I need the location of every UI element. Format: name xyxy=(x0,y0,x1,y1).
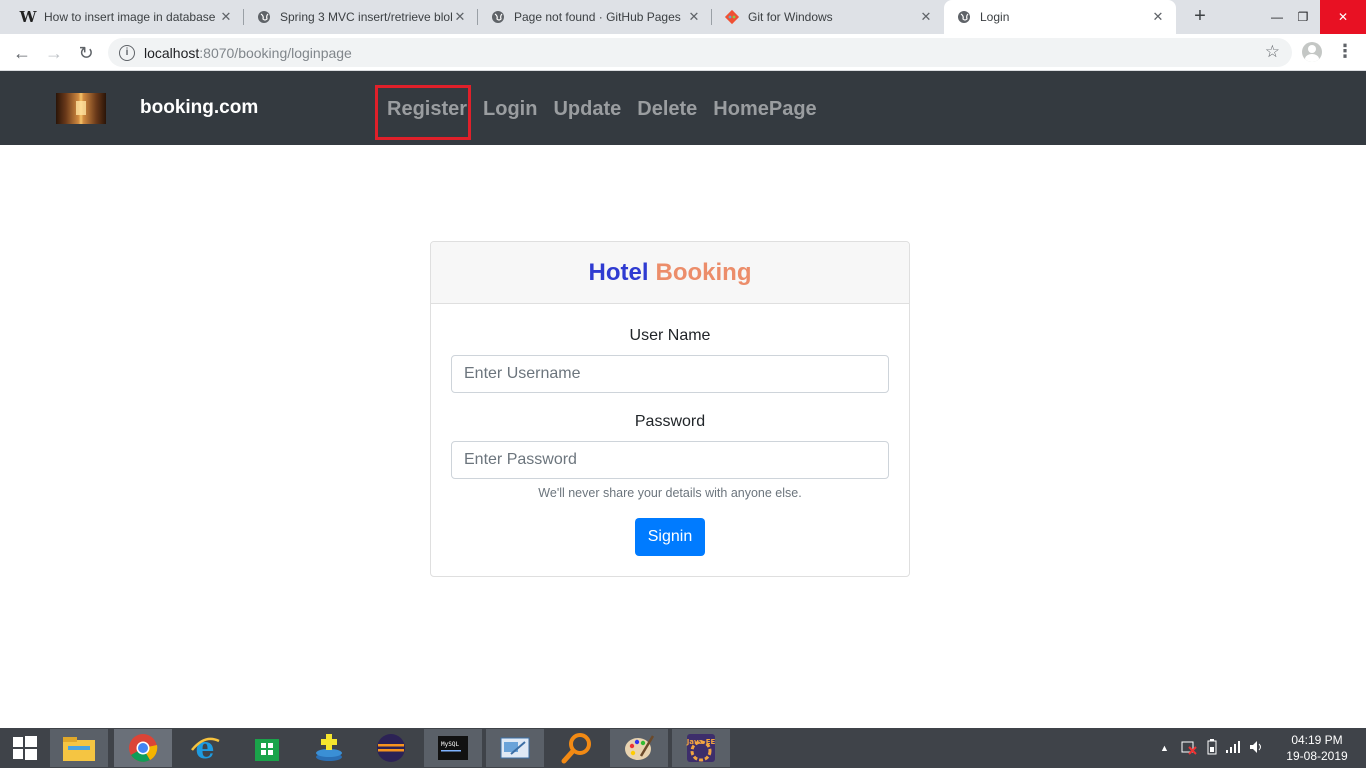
close-tab-icon[interactable]: ✕ xyxy=(686,9,702,25)
signal-strength-icon[interactable] xyxy=(1225,740,1241,757)
hotel-logo-image[interactable] xyxy=(56,93,106,124)
password-label: Password xyxy=(634,413,706,430)
svg-text:Java EE: Java EE xyxy=(686,738,716,746)
store-icon[interactable] xyxy=(238,729,296,767)
nav-link-homepage[interactable]: HomePage xyxy=(713,98,816,121)
windows-start-icon[interactable] xyxy=(0,728,50,768)
tab-login[interactable]: Login ✕ xyxy=(944,0,1176,34)
address-bar[interactable]: i localhost:8070/booking/loginpage ☆ xyxy=(108,38,1292,67)
back-arrow-icon[interactable]: ← xyxy=(10,41,34,65)
tab-spring-mvc[interactable]: Spring 3 MVC insert/retrieve blob ✕ xyxy=(244,0,478,34)
mysql-console-icon[interactable]: MySQL xyxy=(424,729,482,767)
tab-title: Spring 3 MVC insert/retrieve blob xyxy=(280,10,452,24)
close-tab-icon[interactable]: ✕ xyxy=(452,9,468,25)
git-diamond-icon xyxy=(724,9,740,25)
battery-icon[interactable] xyxy=(1207,738,1217,758)
reload-icon[interactable]: ↻ xyxy=(74,41,98,65)
java-ee-ide-icon[interactable]: Java EE xyxy=(672,729,730,767)
url-path: :8070/booking/loginpage xyxy=(199,44,352,61)
file-explorer-icon[interactable] xyxy=(50,729,108,767)
wordpress-w-icon: W xyxy=(19,8,37,26)
network-status-icon[interactable] xyxy=(1181,739,1197,758)
new-tab-button[interactable]: + xyxy=(1188,5,1212,29)
site-navbar: booking.com Register Login Update Delete… xyxy=(0,71,1366,145)
browser-toolbar: ← → ↻ i localhost:8070/booking/loginpage… xyxy=(0,34,1366,71)
tab-title: Page not found · GitHub Pages xyxy=(514,10,681,24)
system-clock[interactable]: 04:19 PM 19-08-2019 xyxy=(1280,732,1354,764)
signin-button[interactable]: Signin xyxy=(635,518,705,556)
register-highlight-box xyxy=(375,85,471,140)
card-title-booking: Booking xyxy=(655,258,752,286)
close-tab-icon[interactable]: ✕ xyxy=(1150,9,1166,25)
password-input[interactable] xyxy=(451,441,889,479)
card-title-hotel: Hotel xyxy=(588,258,649,286)
remote-desktop-icon[interactable] xyxy=(486,729,544,767)
clock-time: 04:19 PM xyxy=(1291,733,1343,747)
tab-title: Login xyxy=(980,10,1010,24)
close-tab-icon[interactable]: ✕ xyxy=(918,9,934,25)
nav-link-delete[interactable]: Delete xyxy=(637,98,697,121)
url-host: localhost xyxy=(144,44,200,61)
card-header: Hotel Booking xyxy=(431,242,909,304)
globe-icon xyxy=(490,9,506,25)
kebab-menu-icon[interactable]: ⋮ xyxy=(1336,41,1354,62)
internet-explorer-icon[interactable]: e xyxy=(176,729,234,767)
eclipse-icon[interactable] xyxy=(362,729,420,767)
close-window-button[interactable]: ✕ xyxy=(1320,0,1366,34)
forward-arrow-icon[interactable]: → xyxy=(42,41,66,65)
nav-link-update[interactable]: Update xyxy=(553,98,621,121)
globe-icon xyxy=(956,9,972,25)
info-icon[interactable]: i xyxy=(119,44,135,61)
tab-git-for-windows[interactable]: Git for Windows ✕ xyxy=(712,0,944,34)
nav-link-login[interactable]: Login xyxy=(483,98,537,121)
windows-taskbar: e MySQL Java EE ▲ 04:19 PM 19-08-2019 xyxy=(0,728,1366,768)
username-label: User Name xyxy=(629,327,711,344)
search-magnifier-icon[interactable] xyxy=(548,729,606,767)
close-tab-icon[interactable]: ✕ xyxy=(218,9,234,25)
paint-palette-icon[interactable] xyxy=(610,729,668,767)
chrome-icon[interactable] xyxy=(114,729,172,767)
show-hidden-icons-icon[interactable]: ▲ xyxy=(1160,743,1169,753)
volume-icon[interactable] xyxy=(1249,740,1265,757)
svg-text:MySQL: MySQL xyxy=(441,741,459,748)
tab-title: How to insert image in database xyxy=(44,10,216,24)
system-tray: ▲ xyxy=(1160,728,1265,768)
privacy-help-text: We'll never share your details with anyo… xyxy=(538,486,802,500)
brand-name[interactable]: booking.com xyxy=(140,97,258,119)
login-card: Hotel Booking User Name Password We'll n… xyxy=(430,241,910,577)
svg-text:e: e xyxy=(195,732,214,764)
globe-icon xyxy=(256,9,272,25)
tab-insert-image[interactable]: W How to insert image in database ✕ xyxy=(8,0,244,34)
profile-avatar-icon[interactable] xyxy=(1302,42,1322,62)
username-input[interactable] xyxy=(451,355,889,393)
clock-date: 19-08-2019 xyxy=(1286,749,1348,763)
tab-github-pages[interactable]: Page not found · GitHub Pages ✕ xyxy=(478,0,712,34)
browser-tab-strip: W How to insert image in database ✕ Spri… xyxy=(0,0,1366,34)
tab-title: Git for Windows xyxy=(748,10,833,24)
app-installer-icon[interactable] xyxy=(300,729,358,767)
bookmark-star-icon[interactable]: ☆ xyxy=(1265,42,1280,62)
